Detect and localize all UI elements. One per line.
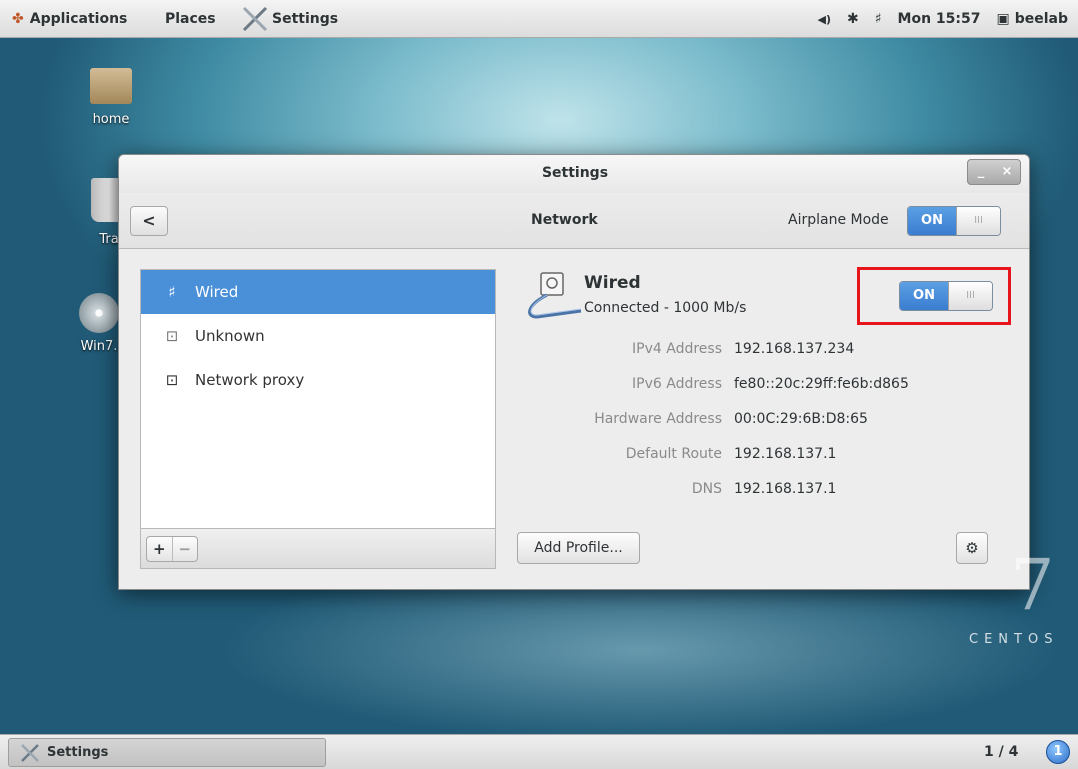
applications-icon: ✤ [12, 10, 24, 27]
workspace-pager[interactable]: 1 / 4 [984, 744, 1018, 760]
volume-icon[interactable]: ◀) [818, 13, 832, 26]
window-title: Settings [541, 165, 609, 181]
dns-label: DNS [691, 481, 722, 497]
hardware-address-label: Hardware Address [594, 411, 722, 427]
connection-settings-button[interactable]: ⚙ [956, 532, 988, 564]
settings-tools-icon [242, 6, 268, 31]
ipv4-label: IPv4 Address [632, 341, 722, 357]
taskbar-settings-button[interactable]: Settings [8, 738, 326, 767]
settings-window: Settings _ × < Network Airplane Mode ON … [118, 154, 1030, 590]
sidebar-item-label: Network proxy [195, 371, 305, 389]
device-list: ♯ Wired ⊡ Unknown ⊡ Network proxy + − [140, 269, 496, 569]
active-app-menu[interactable]: Settings [240, 0, 338, 38]
remove-device-button[interactable]: − [171, 537, 198, 561]
wired-switch-state: ON [900, 282, 948, 310]
airplane-mode-switch[interactable]: ON III [907, 206, 1001, 236]
top-panel: ✤ Applications Places Settings ◀) ✱ ♯ Mo… [0, 0, 1078, 38]
airplane-mode-state: ON [908, 207, 956, 235]
centos-logo-seven: 7 [1010, 544, 1055, 626]
device-status: Connected - 1000 Mb/s [584, 300, 747, 316]
centos-wordmark: CENTOS [969, 632, 1059, 647]
sidebar-item-label: Wired [195, 283, 239, 301]
minimize-button[interactable]: _ [968, 160, 994, 184]
back-button[interactable]: < [130, 206, 168, 236]
sidebar-item-label: Unknown [195, 327, 265, 345]
ethernet-cable-icon [528, 272, 582, 319]
home-folder-icon [90, 68, 132, 104]
add-remove-group: + − [146, 536, 198, 562]
window-controls: _ × [967, 159, 1021, 185]
sidebar-item-wired[interactable]: ♯ Wired [141, 270, 495, 314]
device-name: Wired [584, 273, 641, 293]
gear-icon: ⚙ [965, 539, 979, 557]
airplane-switch-knob[interactable]: III [956, 207, 1000, 235]
notification-badge[interactable]: 1 [1046, 740, 1070, 764]
dns-value: 192.168.137.1 [734, 481, 837, 497]
settings-tools-icon [21, 743, 39, 762]
user-menu[interactable]: ▣ beelab [996, 11, 1068, 27]
desktop-icon-home[interactable]: home [78, 68, 144, 127]
home-label: home [92, 112, 130, 127]
network-device-icon: ⊡ [165, 327, 179, 345]
default-route-value: 192.168.137.1 [734, 446, 837, 462]
applications-menu[interactable]: ✤ Applications [12, 0, 127, 38]
sidebar-item-unknown[interactable]: ⊡ Unknown [141, 314, 495, 358]
hardware-address-value: 00:0C:29:6B:D8:65 [734, 411, 868, 427]
ipv4-value: 192.168.137.234 [734, 341, 855, 357]
header-bar: < Network Airplane Mode ON III [119, 193, 1029, 249]
wired-connection-switch[interactable]: ON III [899, 281, 993, 311]
page-title: Network [531, 212, 598, 228]
ipv6-label: IPv6 Address [632, 376, 722, 392]
user-icon: ▣ [996, 11, 1010, 27]
device-list-toolbar: + − [141, 528, 495, 568]
close-button[interactable]: × [994, 160, 1020, 184]
taskbar-label: Settings [47, 745, 109, 760]
ipv6-value: fe80::20c:29ff:fe6b:d865 [734, 376, 909, 392]
window-titlebar[interactable]: Settings _ × [119, 155, 1029, 193]
user-name: beelab [1014, 11, 1068, 27]
add-profile-button[interactable]: Add Profile... [517, 532, 640, 564]
disc-icon [79, 293, 119, 333]
add-device-button[interactable]: + [147, 537, 172, 561]
applications-label: Applications [29, 10, 128, 27]
airplane-mode-label: Airplane Mode [788, 212, 889, 228]
places-label: Places [165, 10, 216, 27]
active-app-label: Settings [272, 10, 339, 27]
bluetooth-icon[interactable]: ✱ [847, 11, 859, 27]
default-route-label: Default Route [625, 446, 722, 462]
bottom-panel: Settings 1 / 4 1 [0, 734, 1078, 769]
sidebar-item-network-proxy[interactable]: ⊡ Network proxy [141, 358, 495, 402]
network-proxy-icon: ⊡ [165, 371, 179, 389]
wired-switch-knob[interactable]: III [948, 282, 992, 310]
wired-network-icon: ♯ [168, 283, 176, 301]
clock[interactable]: Mon 15:57 [898, 11, 981, 27]
places-menu[interactable]: Places [165, 0, 216, 38]
network-status-icon[interactable]: ♯ [875, 11, 882, 27]
